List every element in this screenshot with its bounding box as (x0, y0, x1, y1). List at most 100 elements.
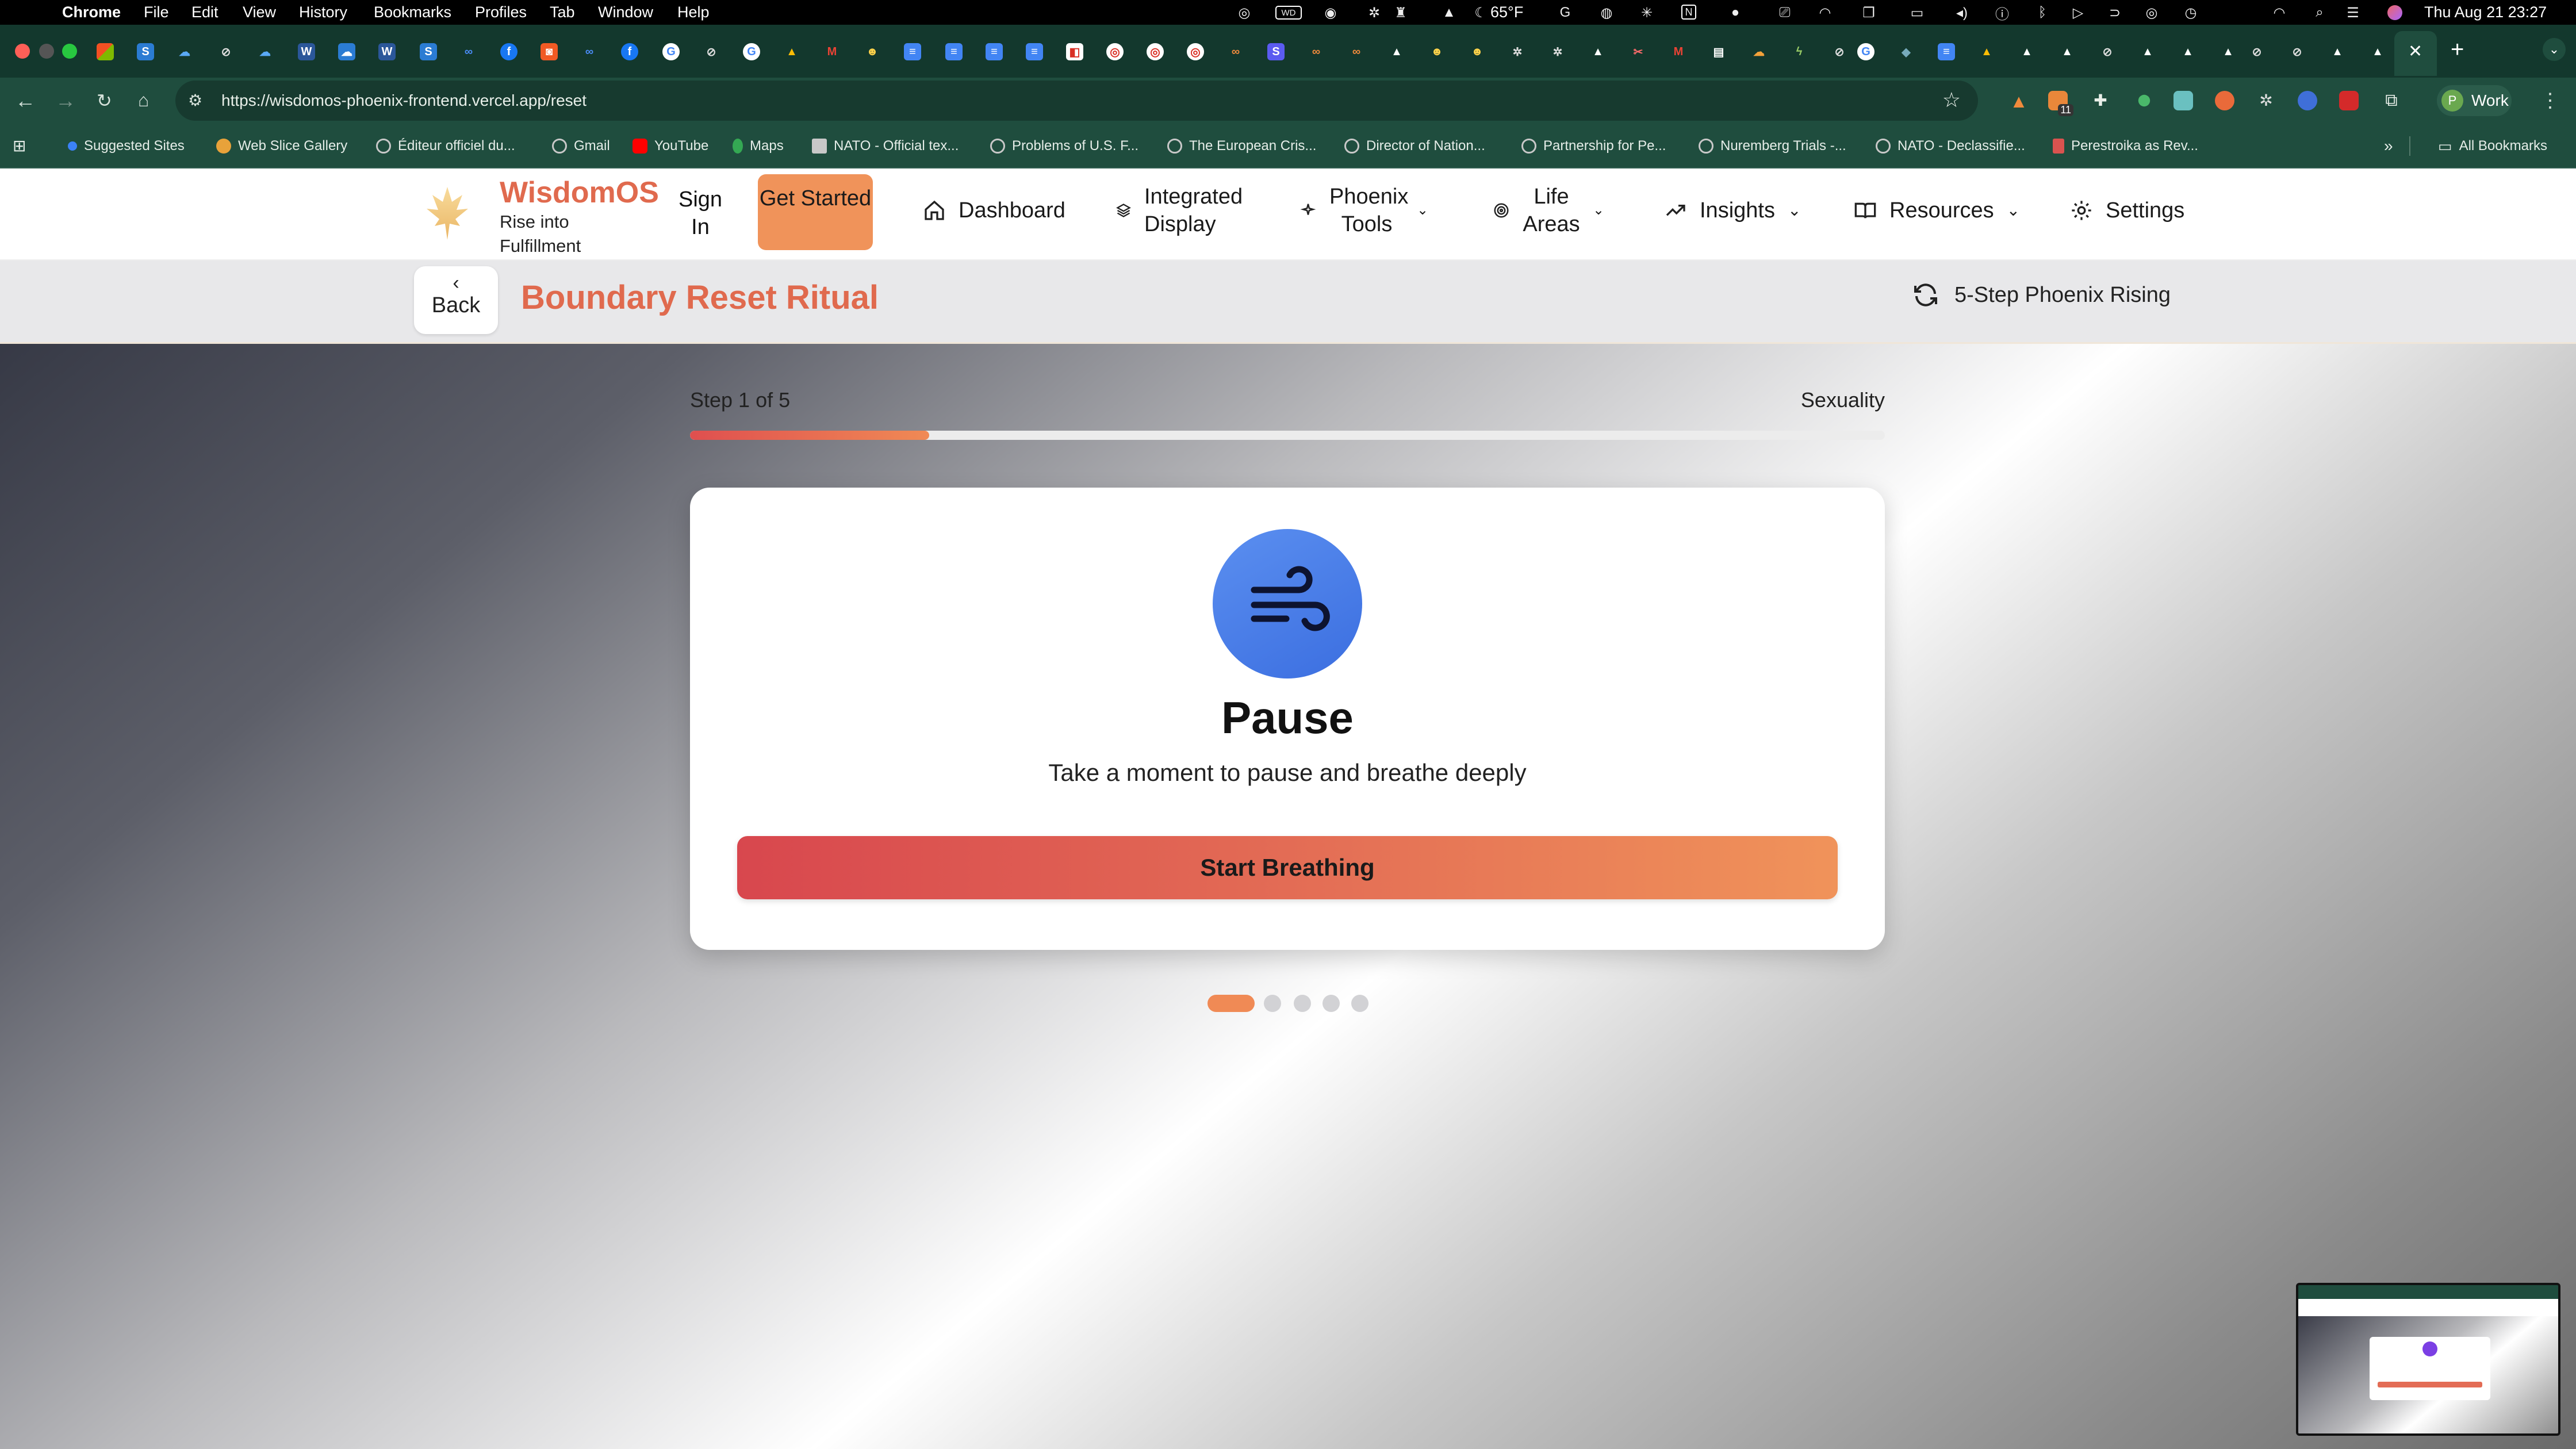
bookmark-item[interactable]: NATO - Declassifie... (1876, 124, 2025, 168)
back-nav-icon[interactable]: ← (15, 90, 36, 111)
menu-history[interactable]: History (299, 0, 347, 25)
bookmark-item[interactable]: YouTube (632, 124, 708, 168)
tab-cloud-icon[interactable]: ☁ (1750, 43, 1768, 60)
tab-google-icon[interactable]: G (662, 43, 680, 60)
ext-badge-icon[interactable]: 11 (2048, 91, 2073, 116)
ext-onepassword-icon[interactable] (2298, 91, 2317, 110)
tab-globe-icon-6[interactable]: ⊘ (2288, 43, 2306, 60)
status-wd-icon[interactable]: WD (1275, 6, 1302, 20)
tab-sharepoint-icon-2[interactable]: S (420, 43, 437, 60)
bookmark-item[interactable]: Problems of U.S. F... (990, 124, 1138, 168)
tab-google-icon-2[interactable]: G (743, 43, 760, 60)
tab-onedrive-icon[interactable]: ☁ (176, 43, 193, 60)
screen-preview-thumbnail[interactable] (2296, 1283, 2560, 1436)
tab-rss-icon[interactable]: ◙ (540, 43, 558, 60)
tab-chatgpt-icon[interactable]: ☻ (864, 43, 881, 60)
browser-menu-icon[interactable]: ⋮ (2540, 90, 2560, 111)
bluetooth-icon[interactable]: ᛒ (2034, 5, 2050, 21)
menu-tab[interactable]: Tab (550, 0, 575, 25)
menu-view[interactable]: View (243, 0, 276, 25)
ext-openai-icon[interactable]: ✲ (2256, 91, 2276, 110)
tab-gmail-icon-2[interactable]: M (1670, 43, 1687, 60)
tab-facebook-icon-2[interactable]: f (621, 43, 638, 60)
tab-doc-icon[interactable]: ▤ (1710, 43, 1727, 60)
tab-s-icon[interactable]: S (1267, 43, 1285, 60)
tab-shield-icon[interactable]: ◆ (1897, 43, 1915, 60)
window-minimize-button[interactable] (39, 44, 54, 59)
menu-app-name[interactable]: Chrome (62, 0, 121, 25)
status-play-icon[interactable]: ▷ (2070, 5, 2086, 21)
clock-icon[interactable]: ◷ (2183, 5, 2199, 21)
tab-globe-icon-3[interactable]: ⊘ (1831, 43, 1848, 60)
menu-file[interactable]: File (144, 0, 169, 25)
tab-vercel-icon-2[interactable]: ▲ (1589, 43, 1607, 60)
tab-close-icon[interactable]: ✕ (2408, 41, 2422, 62)
tab-chatgpt-icon-3[interactable]: ☻ (1469, 43, 1486, 60)
tab-vercel-icon-4[interactable]: ▲ (2058, 43, 2076, 60)
extensions-puzzle-icon[interactable]: ⧉ (2382, 91, 2401, 110)
menu-profiles[interactable]: Profiles (475, 0, 527, 25)
tab-drive-icon[interactable]: ▲ (783, 43, 800, 60)
ext-teal-icon[interactable] (2174, 91, 2193, 110)
bookmark-star-icon[interactable]: ☆ (1942, 89, 1961, 112)
step-dot[interactable] (1264, 995, 1281, 1012)
status-robot-icon[interactable]: ♜ (1393, 5, 1409, 21)
step-dot[interactable] (1351, 995, 1368, 1012)
tab-meta-icon[interactable]: ∞ (460, 43, 477, 60)
bookmarks-overflow-icon[interactable]: » (2384, 124, 2393, 168)
tab-globe-icon[interactable]: ⊘ (217, 43, 235, 60)
nav-integrated-display[interactable]: Integrated Display (1116, 183, 1259, 238)
bookmark-item[interactable]: NATO - Official tex... (812, 124, 959, 168)
status-gear-icon[interactable]: ✲ (1366, 5, 1382, 21)
bookmark-item[interactable]: Director of Nation... (1344, 124, 1485, 168)
tab-vercel-icon-6[interactable]: ▲ (2179, 43, 2196, 60)
bookmark-item[interactable]: The European Cris... (1167, 124, 1316, 168)
nav-dashboard[interactable]: Dashboard (923, 197, 1065, 224)
site-settings-icon[interactable]: ⚙ (188, 91, 202, 110)
wifi-icon[interactable]: ◠ (2271, 5, 2287, 21)
start-breathing-button[interactable]: Start Breathing (737, 836, 1838, 899)
tab-calendar-icon[interactable]: ◧ (1066, 43, 1083, 60)
weather-temp[interactable]: 65°F (1490, 0, 1523, 25)
status-radio-icon[interactable]: ◠ (1817, 5, 1833, 21)
bookmark-item[interactable]: Web Slice Gallery (216, 124, 347, 168)
tab-target-icon-2[interactable]: ◎ (1147, 43, 1164, 60)
window-close-button[interactable] (15, 44, 30, 59)
ext-puzzle-icon-a[interactable]: ✚ (2091, 91, 2110, 110)
menu-window[interactable]: Window (598, 0, 653, 25)
bookmark-item[interactable]: Suggested Sites (68, 124, 185, 168)
all-bookmarks-button[interactable]: ▭ All Bookmarks (2438, 124, 2547, 168)
tab-docs-icon-4[interactable]: ≡ (1026, 43, 1043, 60)
spotlight-search-icon[interactable]: ⌕ (2312, 5, 2328, 21)
status-drive-icon[interactable]: ▲ (1441, 5, 1457, 21)
tab-vercel-icon[interactable]: ▲ (1388, 43, 1405, 60)
tab-onedrive-icon-3[interactable]: ☁ (338, 43, 355, 60)
tab-docs-icon-2[interactable]: ≡ (945, 43, 963, 60)
menu-bookmarks[interactable]: Bookmarks (374, 0, 451, 25)
tab-globe-icon-5[interactable]: ⊘ (2248, 43, 2266, 60)
tab-x-icon[interactable]: ✂ (1630, 43, 1647, 60)
step-dot[interactable] (1294, 995, 1311, 1012)
nav-phoenix-tools[interactable]: Phoenix Tools ⌄ (1300, 183, 1428, 238)
ext-pdf-icon[interactable] (2339, 91, 2359, 110)
step-dot[interactable] (1322, 995, 1340, 1012)
tab-docs-icon-5[interactable]: ≡ (1938, 43, 1955, 60)
tab-globe-icon-4[interactable]: ⊘ (2099, 43, 2116, 60)
tab-drive-icon-2[interactable]: ▲ (1978, 43, 1995, 60)
tab-link-icon[interactable]: ∞ (1227, 43, 1244, 60)
sign-in-link[interactable]: Sign In (672, 186, 729, 241)
menu-edit[interactable]: Edit (191, 0, 218, 25)
user-icon[interactable]: ◎ (2144, 5, 2160, 21)
tab-link-icon-3[interactable]: ∞ (1348, 43, 1365, 60)
tab-facebook-icon[interactable]: f (500, 43, 518, 60)
nav-insights[interactable]: Insights ⌄ (1664, 197, 1801, 224)
bookmark-item[interactable]: Partnership for Pe... (1521, 124, 1666, 168)
forward-nav-icon[interactable]: → (55, 90, 76, 111)
bookmark-item[interactable]: Nuremberg Trials -... (1699, 124, 1846, 168)
ext-vlc-icon[interactable]: ▲ (2009, 91, 2029, 112)
bookmark-item[interactable]: Perestroika as Rev... (2053, 124, 2198, 168)
tab-google-icon-3[interactable]: G (1857, 43, 1874, 60)
brand-name[interactable]: WisdomOS (500, 174, 659, 211)
bookmark-item[interactable]: Éditeur officiel du... (376, 124, 515, 168)
tab-vercel-icon-3[interactable]: ▲ (2018, 43, 2035, 60)
